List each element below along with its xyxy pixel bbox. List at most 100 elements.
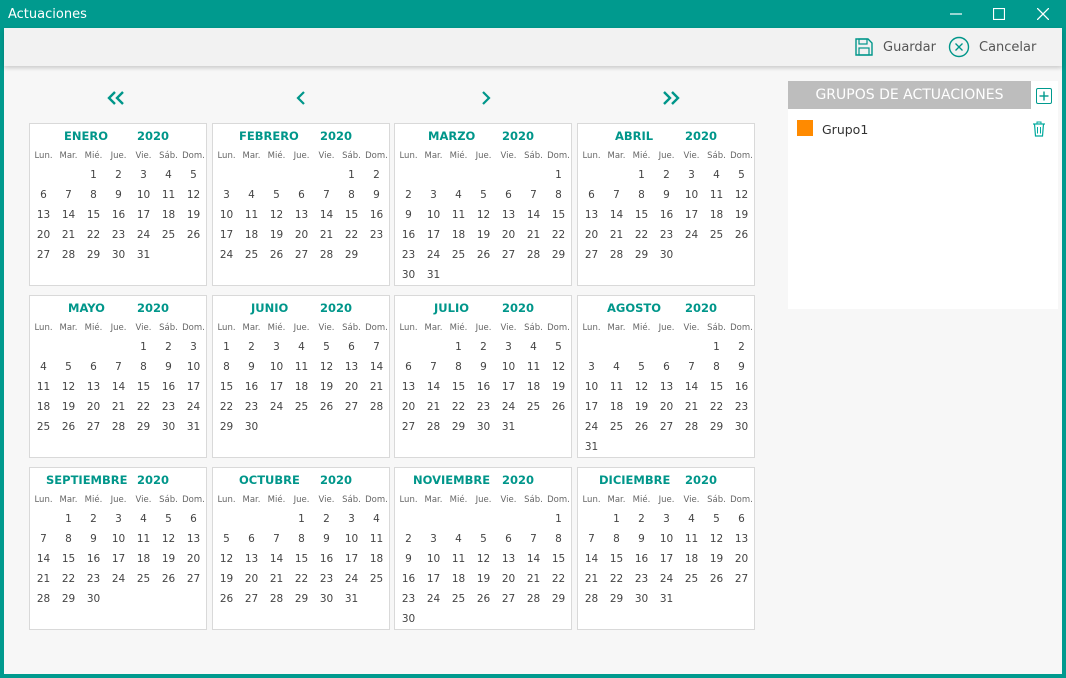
day-cell[interactable]: 25 <box>446 245 471 265</box>
day-cell[interactable]: 15 <box>56 549 81 569</box>
day-cell[interactable]: 21 <box>521 569 546 589</box>
day-cell[interactable]: 9 <box>654 185 679 205</box>
day-cell[interactable]: 13 <box>496 205 521 225</box>
day-cell[interactable]: 30 <box>239 417 264 437</box>
day-cell[interactable]: 24 <box>579 417 604 437</box>
day-cell[interactable]: 29 <box>81 245 106 265</box>
day-cell[interactable]: 28 <box>521 245 546 265</box>
day-cell[interactable]: 6 <box>729 509 754 529</box>
day-cell[interactable]: 9 <box>314 529 339 549</box>
day-cell[interactable]: 22 <box>629 225 654 245</box>
day-cell[interactable]: 23 <box>81 569 106 589</box>
day-cell[interactable]: 18 <box>239 225 264 245</box>
day-cell[interactable]: 27 <box>31 245 56 265</box>
day-cell[interactable]: 25 <box>704 225 729 245</box>
day-cell[interactable]: 19 <box>704 549 729 569</box>
day-cell[interactable]: 19 <box>181 205 206 225</box>
day-cell[interactable]: 3 <box>131 165 156 185</box>
day-cell[interactable]: 3 <box>421 185 446 205</box>
day-cell[interactable]: 13 <box>339 357 364 377</box>
day-cell[interactable]: 5 <box>471 529 496 549</box>
day-cell[interactable]: 14 <box>56 205 81 225</box>
day-cell[interactable]: 8 <box>446 357 471 377</box>
close-button[interactable] <box>1021 0 1065 28</box>
day-cell[interactable]: 6 <box>181 509 206 529</box>
day-cell[interactable]: 21 <box>314 225 339 245</box>
day-cell[interactable]: 30 <box>396 609 421 629</box>
day-cell[interactable]: 14 <box>679 377 704 397</box>
day-cell[interactable]: 18 <box>446 225 471 245</box>
day-cell[interactable]: 30 <box>396 265 421 285</box>
day-cell[interactable]: 6 <box>239 529 264 549</box>
day-cell[interactable]: 19 <box>546 377 571 397</box>
day-cell[interactable]: 27 <box>396 417 421 437</box>
day-cell[interactable]: 8 <box>339 185 364 205</box>
day-cell[interactable]: 31 <box>421 265 446 285</box>
day-cell[interactable]: 19 <box>264 225 289 245</box>
day-cell[interactable]: 29 <box>56 589 81 609</box>
day-cell[interactable]: 16 <box>314 549 339 569</box>
day-cell[interactable]: 11 <box>604 377 629 397</box>
day-cell[interactable]: 12 <box>471 549 496 569</box>
day-cell[interactable]: 11 <box>679 529 704 549</box>
day-cell[interactable]: 15 <box>629 205 654 225</box>
day-cell[interactable]: 3 <box>339 509 364 529</box>
day-cell[interactable]: 30 <box>156 417 181 437</box>
day-cell[interactable]: 6 <box>396 357 421 377</box>
month-year[interactable]: 2020 <box>137 473 169 487</box>
day-cell[interactable]: 6 <box>496 185 521 205</box>
day-cell[interactable]: 13 <box>289 205 314 225</box>
day-cell[interactable]: 26 <box>214 589 239 609</box>
day-cell[interactable]: 21 <box>31 569 56 589</box>
day-cell[interactable]: 17 <box>214 225 239 245</box>
day-cell[interactable]: 2 <box>314 509 339 529</box>
day-cell[interactable]: 22 <box>81 225 106 245</box>
day-cell[interactable]: 20 <box>396 397 421 417</box>
day-cell[interactable]: 6 <box>339 337 364 357</box>
month-name[interactable]: ABRIL <box>615 129 653 143</box>
day-cell[interactable]: 29 <box>629 245 654 265</box>
day-cell[interactable]: 31 <box>654 589 679 609</box>
day-cell[interactable]: 20 <box>81 397 106 417</box>
day-cell[interactable]: 28 <box>579 589 604 609</box>
day-cell[interactable]: 21 <box>56 225 81 245</box>
day-cell[interactable]: 20 <box>239 569 264 589</box>
day-cell[interactable]: 23 <box>729 397 754 417</box>
day-cell[interactable]: 22 <box>446 397 471 417</box>
day-cell[interactable]: 13 <box>654 377 679 397</box>
day-cell[interactable]: 29 <box>339 245 364 265</box>
day-cell[interactable]: 23 <box>629 569 654 589</box>
day-cell[interactable]: 25 <box>239 245 264 265</box>
day-cell[interactable]: 30 <box>471 417 496 437</box>
day-cell[interactable]: 4 <box>446 185 471 205</box>
day-cell[interactable]: 28 <box>314 245 339 265</box>
day-cell[interactable]: 11 <box>131 529 156 549</box>
day-cell[interactable]: 27 <box>239 589 264 609</box>
day-cell[interactable]: 17 <box>496 377 521 397</box>
day-cell[interactable]: 5 <box>314 337 339 357</box>
day-cell[interactable]: 31 <box>339 589 364 609</box>
day-cell[interactable]: 24 <box>214 245 239 265</box>
day-cell[interactable]: 28 <box>421 417 446 437</box>
day-cell[interactable]: 1 <box>214 337 239 357</box>
day-cell[interactable]: 14 <box>521 205 546 225</box>
day-cell[interactable]: 6 <box>31 185 56 205</box>
day-cell[interactable]: 12 <box>264 205 289 225</box>
day-cell[interactable]: 11 <box>31 377 56 397</box>
day-cell[interactable]: 18 <box>289 377 314 397</box>
day-cell[interactable]: 30 <box>81 589 106 609</box>
day-cell[interactable]: 2 <box>629 509 654 529</box>
day-cell[interactable]: 5 <box>629 357 654 377</box>
day-cell[interactable]: 22 <box>604 569 629 589</box>
day-cell[interactable]: 22 <box>339 225 364 245</box>
day-cell[interactable]: 24 <box>339 569 364 589</box>
day-cell[interactable]: 3 <box>496 337 521 357</box>
day-cell[interactable]: 29 <box>214 417 239 437</box>
day-cell[interactable]: 27 <box>729 569 754 589</box>
month-year[interactable]: 2020 <box>137 129 169 143</box>
day-cell[interactable]: 15 <box>214 377 239 397</box>
day-cell[interactable]: 12 <box>56 377 81 397</box>
day-cell[interactable]: 1 <box>446 337 471 357</box>
day-cell[interactable]: 6 <box>654 357 679 377</box>
day-cell[interactable]: 4 <box>446 529 471 549</box>
